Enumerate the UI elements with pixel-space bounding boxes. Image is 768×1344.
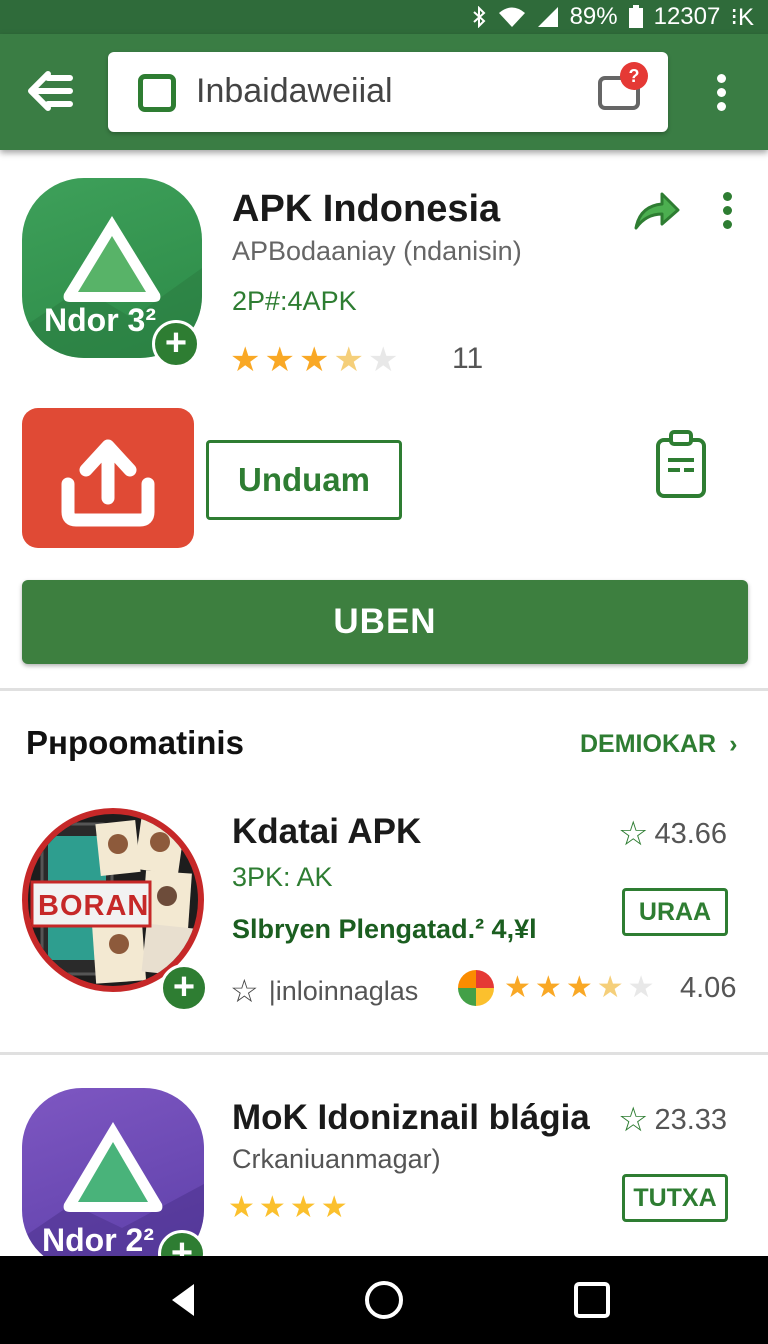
star-icon: ★ (298, 341, 330, 379)
item-size: 3PK: AK (232, 862, 333, 892)
app-title: APK Indonesia (232, 188, 501, 230)
bluetooth-icon (472, 6, 488, 28)
item-rating-stars: ★ ★ ★ ★ ★ (504, 970, 655, 1005)
star-icon: ★ (565, 971, 593, 1004)
section-title: Pнpoomatinis (26, 724, 244, 761)
clock: 12307 (653, 3, 721, 30)
star-icon: ★ (289, 1191, 317, 1224)
item-action-button[interactable]: URAA (622, 888, 728, 936)
rating-count: 11 (452, 342, 484, 375)
star-icon: ★ (367, 341, 399, 379)
notification-badge: ? (620, 62, 648, 90)
back-arrow-icon[interactable] (22, 64, 76, 118)
nav-back-icon[interactable] (160, 1276, 208, 1324)
star-icon: ★ (228, 1191, 255, 1224)
see-more-label: DEMIOKAR (580, 730, 717, 758)
more-vert-icon[interactable] (712, 72, 732, 112)
star-icon: ★ (627, 971, 655, 1004)
item-title: MoK Idoniznail blágia (232, 1098, 590, 1137)
star-icon: ★ (596, 971, 624, 1004)
item-rating-top: ☆ 23.33 (618, 1100, 727, 1140)
clipboard-icon[interactable] (654, 428, 708, 500)
upload-icon (61, 439, 155, 527)
item-meta: ☆ |inloinnaglas (230, 972, 418, 1010)
item-rating-bottom: 4.06 (680, 972, 737, 1004)
signal-icon (536, 6, 560, 28)
star-icon: ★ (320, 1191, 348, 1224)
star-icon: ★ (534, 971, 562, 1004)
app-square-icon (138, 74, 176, 112)
see-more-link[interactable]: DEMIOKAR › (580, 730, 737, 759)
app-icon-label: Ndor 3² (44, 302, 156, 338)
item-description: Slbryen Plengatad.² 4,¥l (232, 914, 537, 944)
star-icon: ☆ (618, 1101, 649, 1139)
thumbnail-text: BORAN (38, 890, 150, 922)
wifi-icon (498, 6, 526, 28)
more-vert-icon[interactable] (718, 190, 738, 230)
navigation-bar (0, 1256, 768, 1344)
app-rating-stars: ★ ★ ★ ★ ★ (230, 340, 398, 380)
palette-icon (458, 970, 494, 1006)
item-category: |inloinnaglas (268, 975, 419, 1006)
item-rating-value: 23.33 (654, 1103, 728, 1136)
battery-icon (628, 5, 644, 29)
toolbar: Inbaidaweiial ? (0, 34, 768, 150)
status-trailing: ⁝K (730, 3, 754, 31)
share-icon[interactable] (632, 188, 680, 232)
star-icon: ★ (230, 341, 261, 379)
item-action-button[interactable]: TUTXA (622, 1174, 728, 1222)
search-input[interactable]: Inbaidaweiial (196, 72, 393, 111)
upload-button[interactable] (22, 408, 194, 548)
screen: 89% 12307 ⁝K Inbaidaweiial ? Ndor 3² + A… (0, 0, 768, 1344)
divider (0, 688, 768, 691)
item-icon-label: Ndor 2² (42, 1222, 154, 1258)
item-rating-value: 43.66 (654, 817, 728, 850)
star-icon: ★ (333, 341, 364, 379)
primary-action-button[interactable]: UBEN (22, 580, 748, 664)
star-icon: ★ (264, 341, 295, 379)
divider (0, 1052, 768, 1055)
battery-percent: 89% (569, 3, 618, 30)
star-icon: ☆ (618, 815, 649, 853)
add-badge[interactable]: + (152, 320, 200, 368)
item-title: Kdatai APK (232, 812, 422, 851)
star-icon: ★ (258, 1191, 286, 1224)
nav-recents-icon[interactable] (568, 1276, 616, 1324)
nav-home-icon[interactable] (360, 1276, 408, 1324)
unduam-button[interactable]: Unduam (206, 440, 402, 520)
star-outline-icon: ☆ (230, 973, 259, 1009)
item-rating-stars: ★ ★ ★ ★ (228, 1190, 348, 1225)
add-badge[interactable]: + (160, 964, 208, 1012)
star-icon: ★ (504, 971, 531, 1004)
item-rating-top: ☆ 43.66 (618, 814, 727, 854)
status-bar: 89% 12307 ⁝K (0, 0, 768, 34)
chevron-right-icon: › (729, 730, 738, 758)
item-subtitle: Crkaniuanmagar) (232, 1144, 441, 1174)
app-size: 2P#:4APK (232, 286, 357, 316)
app-subtitle: APBodaaniay (ndanisin) (232, 236, 522, 266)
search-box[interactable]: Inbaidaweiial ? (108, 52, 668, 132)
